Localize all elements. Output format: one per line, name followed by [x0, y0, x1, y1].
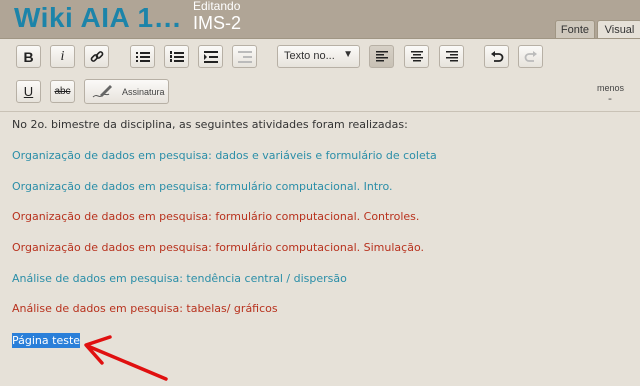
italic-icon: i — [60, 48, 65, 64]
redo-button[interactable] — [518, 45, 543, 68]
tab-visual[interactable]: Visual — [597, 20, 640, 39]
numbered-list-icon — [169, 50, 184, 62]
editor-line[interactable]: Organização de dados em pesquisa: formul… — [12, 210, 419, 223]
align-left-icon — [375, 51, 388, 62]
selected-text-line[interactable]: Página teste — [12, 333, 81, 348]
editor-line[interactable]: Organização de dados em pesquisa: formul… — [12, 180, 392, 193]
editor-line[interactable]: Análise de dados em pesquisa: tabelas/ g… — [12, 302, 278, 315]
editor-line[interactable]: Análise de dados em pesquisa: tendência … — [12, 272, 347, 285]
undo-button[interactable] — [484, 45, 509, 68]
underline-button[interactable]: U — [16, 80, 41, 103]
align-center-icon — [410, 51, 423, 62]
align-right-icon — [445, 51, 458, 62]
strikethrough-icon: abc — [54, 86, 71, 97]
signature-pen-icon — [92, 85, 112, 98]
align-right-button[interactable] — [439, 45, 464, 68]
editor-line[interactable]: Organização de dados em pesquisa: formul… — [12, 241, 424, 254]
signature-label: Assinatura — [122, 87, 165, 97]
signature-button[interactable]: Assinatura — [84, 79, 169, 104]
link-button[interactable] — [84, 45, 109, 68]
outdent-icon — [237, 50, 252, 63]
align-left-button[interactable] — [369, 45, 394, 68]
align-center-button[interactable] — [404, 45, 429, 68]
selected-text[interactable]: Página teste — [12, 333, 81, 348]
strikethrough-button[interactable]: abc — [50, 80, 75, 103]
text-format-value: Texto no... — [284, 50, 335, 62]
italic-button[interactable]: i — [50, 45, 75, 68]
caret-down-icon: ▼ — [343, 49, 353, 60]
editor-line: No 2o. bimestre da disciplina, as seguin… — [12, 118, 408, 131]
redo-icon — [524, 50, 537, 62]
editor-line[interactable]: Organização de dados em pesquisa: dados … — [12, 149, 437, 162]
page-name: IMS-2 — [193, 13, 242, 33]
indent-icon — [203, 50, 218, 63]
tab-source[interactable]: Fonte — [555, 20, 595, 39]
header-bar: Wiki AIA 1… Editando IMS-2 Fonte Visual — [0, 0, 640, 40]
numbered-list-button[interactable] — [164, 45, 189, 68]
less-toggle-dash[interactable]: - — [608, 92, 612, 105]
link-icon — [90, 50, 103, 62]
bold-icon: B — [23, 48, 34, 65]
underline-icon: U — [23, 84, 34, 99]
undo-icon — [490, 50, 503, 62]
bullet-list-icon — [135, 51, 150, 62]
bold-button[interactable]: B — [16, 45, 41, 68]
indent-button[interactable] — [198, 45, 223, 68]
text-format-dropdown[interactable]: Texto no... ▼ — [277, 45, 360, 68]
outdent-button[interactable] — [232, 45, 257, 68]
annotation-arrow-icon — [84, 335, 168, 381]
wiki-title[interactable]: Wiki AIA 1… — [14, 2, 182, 34]
editing-label: Editando — [193, 0, 241, 13]
bullet-list-button[interactable] — [130, 45, 155, 68]
